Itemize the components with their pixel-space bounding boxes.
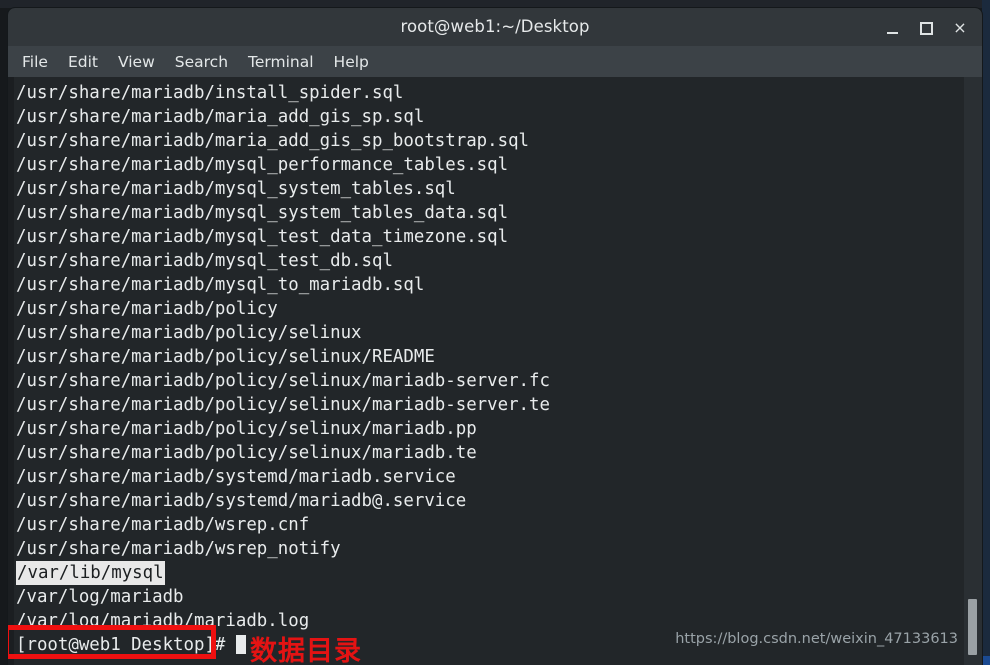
terminal-line: /usr/share/mariadb/wsrep.cnf xyxy=(16,513,960,537)
terminal-line-text: /usr/share/mariadb/install_spider.sql xyxy=(16,83,404,103)
maximize-icon xyxy=(919,22,933,35)
minimize-button[interactable] xyxy=(881,17,903,39)
annotation-label: 数据目录 xyxy=(250,636,362,665)
terminal-line-text: /usr/share/mariadb/systemd/mariadb.servi… xyxy=(16,467,456,487)
maximize-button[interactable] xyxy=(915,17,937,39)
terminal-line: /usr/share/mariadb/maria_add_gis_sp.sql xyxy=(16,105,960,129)
terminal-line-text: /usr/share/mariadb/mysql_system_tables.s… xyxy=(16,179,456,199)
terminal-text: /usr/share/mariadb/install_spider.sql/us… xyxy=(16,81,960,657)
watermark-text: https://blog.csdn.net/weixin_47133613 xyxy=(675,631,958,647)
minimize-icon xyxy=(886,32,898,34)
terminal-line: /var/log/mariadb xyxy=(16,585,960,609)
terminal-line: /usr/share/mariadb/policy/selinux/mariad… xyxy=(16,393,960,417)
text-cursor xyxy=(235,635,246,654)
terminal-line: /usr/share/mariadb/mysql_test_data_timez… xyxy=(16,225,960,249)
terminal-line: /usr/share/mariadb/policy/selinux/mariad… xyxy=(16,417,960,441)
terminal-line-selected: /var/lib/mysql xyxy=(16,561,165,585)
window-titlebar[interactable]: root@web1:~/Desktop × xyxy=(8,8,982,46)
terminal-line-text: /usr/share/mariadb/policy/selinux/mariad… xyxy=(16,371,550,391)
terminal-line: /usr/share/mariadb/systemd/mariadb.servi… xyxy=(16,465,960,489)
scrollbar-thumb[interactable] xyxy=(968,599,977,655)
terminal-line-text: /usr/share/mariadb/mysql_test_data_timez… xyxy=(16,227,509,247)
terminal-line-text: /var/log/mariadb xyxy=(16,587,184,607)
terminal-line: /usr/share/mariadb/policy/selinux/mariad… xyxy=(16,369,960,393)
terminal-line: /usr/share/mariadb/systemd/mariadb@.serv… xyxy=(16,489,960,513)
terminal-window: root@web1:~/Desktop × File Edit View Sea… xyxy=(8,8,982,665)
terminal-line: /usr/share/mariadb/mysql_test_db.sql xyxy=(16,249,960,273)
close-icon: × xyxy=(953,18,967,37)
desktop-top-strip xyxy=(0,0,990,8)
terminal-scrollbar[interactable] xyxy=(964,77,982,665)
terminal-line: /usr/share/mariadb/wsrep_notify xyxy=(16,537,960,561)
terminal-line-text: /usr/share/mariadb/mysql_test_db.sql xyxy=(16,251,393,271)
terminal-line: /usr/share/mariadb/maria_add_gis_sp_boot… xyxy=(16,129,960,153)
shell-prompt: [root@web1 Desktop]# xyxy=(16,635,236,655)
terminal-line: /usr/share/mariadb/mysql_performance_tab… xyxy=(16,153,960,177)
terminal-left-gutter xyxy=(8,77,14,665)
menu-bar: File Edit View Search Terminal Help xyxy=(8,46,982,77)
menu-item-terminal[interactable]: Terminal xyxy=(248,53,314,71)
terminal-line-text: /usr/share/mariadb/maria_add_gis_sp.sql xyxy=(16,107,425,127)
terminal-line: /usr/share/mariadb/mysql_system_tables_d… xyxy=(16,201,960,225)
menu-item-search[interactable]: Search xyxy=(175,53,228,71)
terminal-line: /usr/share/mariadb/mysql_system_tables.s… xyxy=(16,177,960,201)
terminal-line: /var/log/mariadb/mariadb.log xyxy=(16,609,960,633)
terminal-line-text: /usr/share/mariadb/policy/selinux/mariad… xyxy=(16,443,477,463)
terminal-line-text: /usr/share/mariadb/policy/selinux/mariad… xyxy=(16,419,477,439)
terminal-line-text: /usr/share/mariadb/wsrep.cnf xyxy=(16,515,310,535)
desktop-right-strip xyxy=(982,0,990,665)
terminal-line: /usr/share/mariadb/policy/selinux xyxy=(16,321,960,345)
terminal-line: /usr/share/mariadb/install_spider.sql xyxy=(16,81,960,105)
terminal-line: /usr/share/mariadb/policy xyxy=(16,297,960,321)
menu-item-file[interactable]: File xyxy=(22,53,48,71)
terminal-line-text: /var/log/mariadb/mariadb.log xyxy=(16,611,310,631)
menu-item-help[interactable]: Help xyxy=(334,53,369,71)
terminal-line-text: /usr/share/mariadb/mysql_system_tables_d… xyxy=(16,203,509,223)
terminal-line-text: /usr/share/mariadb/wsrep_notify xyxy=(16,539,341,559)
terminal-line-text: /usr/share/mariadb/policy/selinux/mariad… xyxy=(16,395,550,415)
terminal-line: /usr/share/mariadb/policy/selinux/mariad… xyxy=(16,441,960,465)
terminal-line-text: /usr/share/mariadb/policy xyxy=(16,299,278,319)
terminal-line-text: /usr/share/mariadb/maria_add_gis_sp_boot… xyxy=(16,131,530,151)
terminal-line-text: /usr/share/mariadb/policy/selinux/README xyxy=(16,347,435,367)
terminal-line-text: /usr/share/mariadb/systemd/mariadb@.serv… xyxy=(16,491,467,511)
terminal-line: /usr/share/mariadb/policy/selinux/README xyxy=(16,345,960,369)
terminal-line: /usr/share/mariadb/mysql_to_mariadb.sql xyxy=(16,273,960,297)
terminal-line-text: /usr/share/mariadb/policy/selinux xyxy=(16,323,362,343)
terminal-line: /var/lib/mysql xyxy=(16,561,960,585)
terminal-line-text: /usr/share/mariadb/mysql_performance_tab… xyxy=(16,155,509,175)
close-button[interactable]: × xyxy=(949,17,971,39)
menu-item-view[interactable]: View xyxy=(118,53,155,71)
terminal-output-area[interactable]: /usr/share/mariadb/install_spider.sql/us… xyxy=(8,77,982,665)
window-title: root@web1:~/Desktop xyxy=(400,17,590,36)
menu-item-edit[interactable]: Edit xyxy=(68,53,98,71)
terminal-line-text: /usr/share/mariadb/mysql_to_mariadb.sql xyxy=(16,275,425,295)
